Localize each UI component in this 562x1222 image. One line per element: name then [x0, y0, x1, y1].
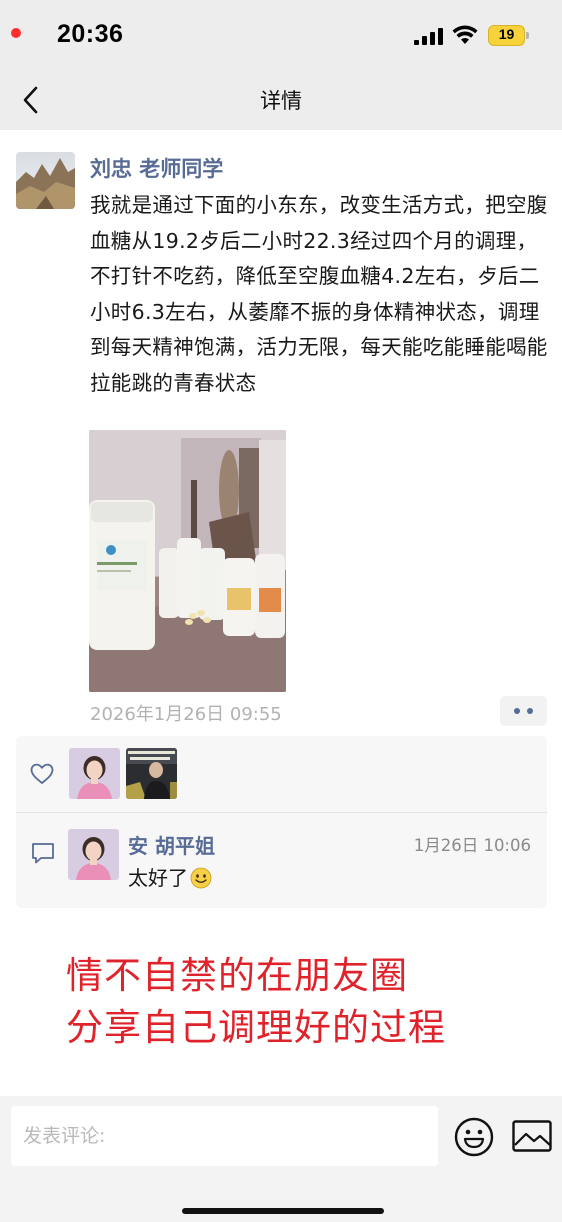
battery-icon: 19: [488, 25, 529, 46]
overlay-line-1: 情不自禁的在朋友圈: [66, 954, 408, 997]
smiley-icon[interactable]: [454, 1117, 494, 1157]
signal-icon: [414, 28, 444, 45]
post-timestamp: 2026年1月26日 09:55: [90, 704, 282, 725]
more-options-button[interactable]: [500, 696, 547, 726]
status-bar: 20:36 19: [0, 0, 562, 70]
smile-emoji-icon: [190, 867, 212, 889]
battery-level: 19: [498, 26, 515, 42]
liker-avatar[interactable]: [126, 748, 177, 799]
comment-text-content: 太好了: [128, 866, 188, 890]
commenter-name[interactable]: 安 胡平姐: [128, 830, 215, 859]
post-text: 我就是通过下面的小东东，改变生活方式，把空腹血糖从19.2歺后二小时22.3经过…: [90, 193, 548, 395]
heart-outline-icon: [30, 763, 54, 784]
status-time: 20:36: [57, 20, 124, 48]
comment-bubble-icon: [32, 843, 54, 864]
nav-bar: 详情: [0, 70, 562, 130]
comment-text: 太好了: [128, 862, 212, 891]
wifi-icon: [452, 25, 478, 44]
author-avatar[interactable]: [16, 152, 75, 209]
image-icon[interactable]: [512, 1120, 552, 1152]
liker-avatar[interactable]: [69, 748, 120, 799]
comment-input-bar: [0, 1096, 562, 1222]
interaction-panel: 安 胡平姐 1月26日 10:06 太好了: [16, 736, 547, 908]
post-photo[interactable]: [89, 430, 286, 692]
comment-timestamp: 1月26日 10:06: [413, 836, 531, 855]
page-title: 详情: [260, 89, 302, 113]
author-name[interactable]: 刘忠 老师同学: [90, 153, 223, 183]
home-indicator: [182, 1208, 384, 1214]
overlay-caption: 情不自禁的在朋友圈 分享自己调理好的过程: [66, 950, 446, 1054]
overlay-line-2: 分享自己调理好的过程: [66, 1006, 446, 1049]
commenter-avatar[interactable]: [68, 829, 119, 880]
comment-input[interactable]: [11, 1106, 438, 1166]
panel-divider: [16, 812, 547, 813]
recording-dot-icon: [11, 28, 21, 38]
